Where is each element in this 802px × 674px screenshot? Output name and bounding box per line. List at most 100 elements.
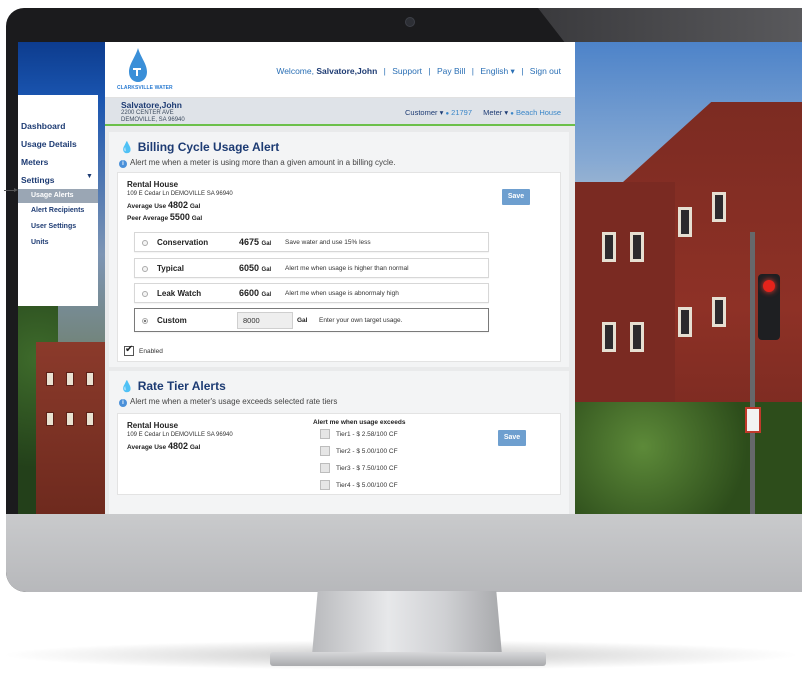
option-description: Save water and use 15% less [285, 239, 371, 246]
meter-dropdown[interactable]: Meter ▾ [483, 108, 508, 117]
nav-pay-bill-link[interactable]: Pay Bill [437, 66, 465, 76]
nav-separator: | [383, 66, 386, 76]
option-gallons: 6600 Gal [239, 288, 271, 298]
background-window [678, 207, 692, 237]
webcam-icon [405, 17, 415, 27]
language-dropdown[interactable]: English ▾ [480, 66, 515, 76]
custom-unit: Gal [297, 317, 308, 324]
logo-text: CLARKSVILLE WATER [117, 85, 173, 91]
pointer-arrow-icon [4, 188, 18, 192]
enabled-checkbox[interactable] [124, 344, 134, 356]
average-use: Average Use 4802 Gal [127, 441, 200, 451]
option-gallons-value: 4675 [239, 237, 260, 247]
option-custom[interactable]: Custom Gal Enter your own target usage. [134, 308, 489, 332]
tier-checkbox[interactable] [320, 429, 330, 439]
account-bar: Salvatore,John 2200 CENTER AVE DEMOVILLE… [105, 98, 575, 126]
water-drop-icon: 💧 [120, 381, 134, 393]
monitor-stand [312, 591, 502, 655]
nav-separator: | [521, 66, 524, 76]
sidebar-item-meters[interactable]: Meters [21, 157, 48, 167]
option-gallons-unit: Gal [261, 292, 272, 298]
peer-average-value: 5500 [169, 212, 190, 222]
tier-label: Tier3 - $ 7.50/100 CF [336, 465, 398, 472]
water-drop-logo-icon[interactable] [127, 48, 149, 82]
nav-support-link[interactable]: Support [392, 66, 422, 76]
tier-checkbox[interactable] [320, 446, 330, 456]
monitor-stand-base [270, 652, 546, 666]
average-use-label: Average Use [127, 444, 167, 451]
radio-leak-watch[interactable] [142, 291, 148, 297]
app-window: CLARKSVILLE WATER Welcome, Salvatore,Joh… [105, 42, 575, 514]
radio-conservation[interactable] [142, 240, 148, 246]
tier-label: Tier2 - $ 5.00/100 CF [336, 448, 398, 455]
peer-average-label: Peer Average [127, 215, 169, 222]
account-name: Salvatore,John [121, 100, 182, 110]
sidebar-subitem-user-settings[interactable]: User Settings [31, 223, 76, 230]
option-gallons-unit: Gal [261, 241, 272, 247]
street-sign [745, 407, 761, 433]
screen: CLARKSVILLE WATER Welcome, Salvatore,Joh… [18, 42, 802, 514]
sidebar-subitem-units[interactable]: Units [31, 239, 49, 246]
billing-alert-title-text: Billing Cycle Usage Alert [137, 140, 280, 154]
option-name: Typical [157, 264, 184, 273]
top-nav: Welcome, Salvatore,John | Support | Pay … [276, 66, 561, 77]
background-window [66, 412, 74, 426]
radio-typical[interactable] [142, 266, 148, 272]
average-use-label: Average Use [127, 203, 167, 210]
customer-value: 21797 [451, 108, 473, 117]
sidebar-subitem-usage-alerts[interactable]: Usage Alerts [18, 189, 98, 203]
welcome-text: Welcome, [276, 66, 314, 76]
background-window [630, 322, 644, 352]
site-address: 109 E Cedar Ln DEMOVILLE SA 96940 [127, 191, 233, 197]
option-leak-watch[interactable]: Leak Watch 6600 Gal Alert me when usage … [134, 283, 489, 303]
option-gallons: 6050 Gal [239, 263, 271, 273]
option-typical[interactable]: Typical 6050 Gal Alert me when usage is … [134, 258, 489, 278]
sidebar-item-usage-details[interactable]: Usage Details [21, 139, 77, 149]
site-address: 109 E Cedar Ln DEMOVILLE SA 96940 [127, 432, 233, 438]
background-window [46, 412, 54, 426]
info-icon: i [119, 399, 127, 407]
background-house [36, 342, 106, 514]
sign-out-link[interactable]: Sign out [530, 66, 561, 76]
site-name: Rental House [127, 421, 179, 430]
billing-save-button[interactable]: Save [502, 189, 530, 205]
rate-save-button[interactable]: Save [498, 430, 526, 446]
rate-tier-title: 💧 Rate Tier Alerts [120, 379, 226, 393]
option-name: Custom [157, 316, 187, 325]
radio-custom[interactable] [142, 318, 148, 324]
account-address: 2200 CENTER AVE DEMOVILLE, SA 96940 [121, 110, 185, 123]
chevron-down-icon[interactable]: ▼ [86, 173, 93, 180]
rate-tier-subtitle-text: Alert me when a meter's usage exceeds se… [130, 397, 338, 406]
sidebar-item-dashboard[interactable]: Dashboard [21, 121, 65, 131]
sidebar-subitem-alert-recipients[interactable]: Alert Recipients [31, 207, 84, 214]
option-conservation[interactable]: Conservation 4675 Gal Save water and use… [134, 232, 489, 252]
customer-dropdown[interactable]: Customer ▾ [405, 108, 443, 117]
rate-tier-panel: 💧 Rate Tier Alerts i Alert me when a meter… [109, 371, 569, 514]
custom-description: Enter your own target usage. [319, 317, 403, 324]
billing-alert-panel: 💧 Billing Cycle Usage Alert i Alert me whe… [109, 132, 569, 367]
background-trees [575, 402, 802, 514]
enabled-label: Enabled [139, 348, 163, 355]
option-description: Alert me when usage is abnormaly high [285, 290, 399, 297]
tier-checkbox[interactable] [320, 463, 330, 473]
billing-alert-subtitle-text: Alert me when a meter is using more than… [130, 158, 396, 167]
option-gallons-unit: Gal [261, 267, 272, 273]
option-gallons-value: 6050 [239, 263, 260, 273]
tier-checkbox[interactable] [320, 480, 330, 490]
traffic-light-red [763, 280, 775, 292]
monitor-glare [538, 8, 802, 42]
sidebar-item-settings[interactable]: Settings [21, 175, 55, 185]
site-header: CLARKSVILLE WATER Welcome, Salvatore,Joh… [105, 42, 575, 98]
option-name: Conservation [157, 238, 209, 247]
background-window [678, 307, 692, 337]
background-pole [750, 232, 755, 514]
sidebar-subitem-label: Usage Alerts [31, 192, 74, 199]
background-window [602, 232, 616, 262]
custom-gallons-input[interactable] [237, 312, 293, 329]
user-name[interactable]: Salvatore,John [316, 66, 377, 76]
tier-label: Tier4 - $ 5.00/100 CF [336, 482, 398, 489]
tier-header: Alert me when usage exceeds [313, 419, 406, 426]
rate-tier-subtitle: i Alert me when a meter's usage exceeds s… [119, 397, 337, 407]
option-description: Alert me when usage is higher than norma… [285, 265, 409, 272]
site-name: Rental House [127, 180, 179, 189]
